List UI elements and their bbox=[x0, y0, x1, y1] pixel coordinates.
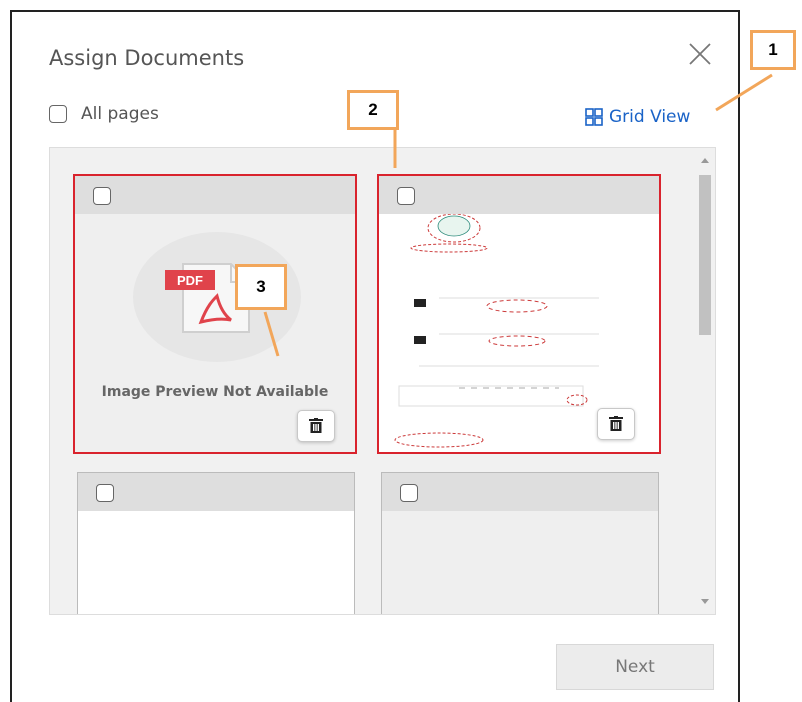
delete-button[interactable] bbox=[597, 408, 635, 440]
delete-button[interactable] bbox=[297, 410, 335, 442]
trash-icon bbox=[609, 416, 623, 431]
documents-panel: PDF Image Preview Not Available bbox=[49, 147, 716, 615]
card-preview bbox=[78, 511, 354, 614]
scrollbar-thumb[interactable] bbox=[699, 175, 711, 335]
document-card-blank[interactable] bbox=[77, 472, 355, 614]
grid-view-button[interactable]: Grid View bbox=[585, 107, 690, 127]
card-checkbox[interactable] bbox=[397, 187, 415, 205]
pdf-label: PDF bbox=[177, 273, 203, 288]
scroll-down-arrow-icon[interactable] bbox=[701, 599, 709, 604]
card-header bbox=[78, 473, 354, 512]
card-preview bbox=[379, 214, 659, 452]
document-card-pdf[interactable]: PDF Image Preview Not Available bbox=[73, 174, 357, 454]
next-button[interactable]: Next bbox=[556, 644, 714, 690]
document-card-blank[interactable] bbox=[381, 472, 659, 614]
vertical-scrollbar[interactable] bbox=[695, 148, 715, 614]
grid-view-label: Grid View bbox=[609, 107, 691, 127]
card-checkbox[interactable] bbox=[93, 187, 111, 205]
callout-2: 2 bbox=[347, 90, 399, 130]
callout-3: 3 bbox=[235, 264, 287, 310]
all-pages-label: All pages bbox=[81, 104, 159, 124]
close-icon[interactable] bbox=[686, 40, 714, 68]
all-pages-option: All pages bbox=[49, 104, 159, 124]
card-preview bbox=[382, 511, 658, 614]
grid-view-icon bbox=[585, 108, 603, 126]
trash-icon bbox=[309, 418, 323, 433]
card-preview: PDF Image Preview Not Available bbox=[75, 214, 355, 452]
card-checkbox[interactable] bbox=[400, 484, 418, 502]
card-header bbox=[75, 176, 355, 215]
card-checkbox[interactable] bbox=[96, 484, 114, 502]
scroll-up-arrow-icon[interactable] bbox=[701, 158, 709, 163]
card-header bbox=[379, 176, 659, 215]
document-card-preview[interactable] bbox=[377, 174, 661, 454]
callout-1: 1 bbox=[750, 30, 796, 70]
dialog-title: Assign Documents bbox=[49, 46, 245, 70]
card-header bbox=[382, 473, 658, 512]
all-pages-checkbox[interactable] bbox=[49, 105, 67, 123]
preview-unavailable-text: Image Preview Not Available bbox=[101, 384, 329, 400]
